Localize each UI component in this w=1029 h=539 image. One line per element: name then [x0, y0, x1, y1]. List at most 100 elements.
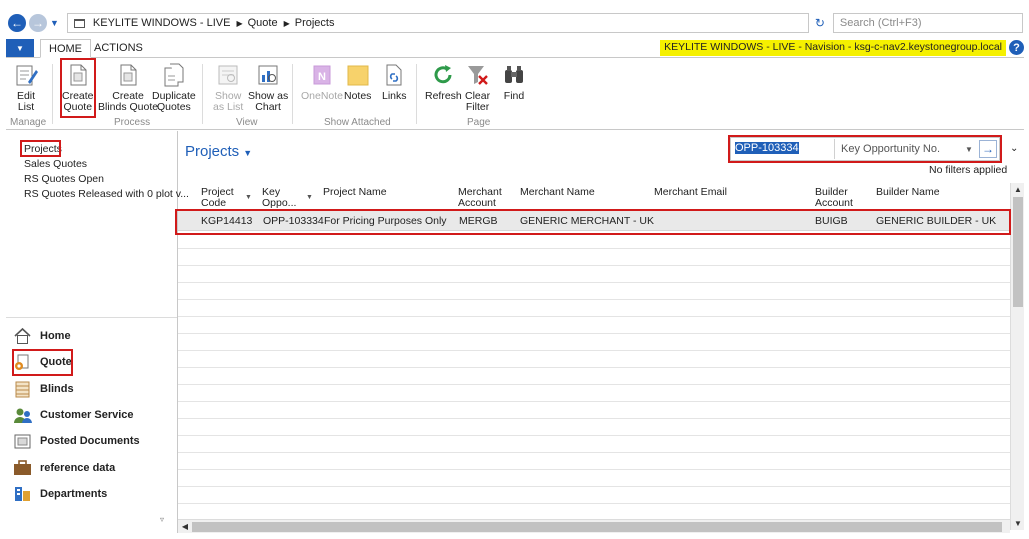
customer-service-icon	[14, 408, 32, 423]
help-icon[interactable]: ?	[1009, 40, 1024, 55]
column-header-text: Account	[815, 197, 853, 209]
column-header-text: Merchant Email	[654, 187, 727, 198]
window-icon	[73, 18, 85, 28]
find-button[interactable]: Find	[502, 62, 526, 102]
breadcrumb-item-projects[interactable]: Projects	[295, 17, 335, 29]
empty-table-row	[178, 317, 1010, 334]
filter-status: No filters applied	[929, 164, 1008, 176]
ribbon: Edit List Create Quote Create Blinds Quo…	[6, 58, 1024, 130]
page-title[interactable]: Projects ▼	[185, 143, 252, 160]
nav-item-rs-quotes-released[interactable]: RS Quotes Released with 0 plot v...	[24, 187, 189, 202]
vertical-scroll-thumb[interactable]	[1013, 197, 1023, 307]
application-menu-button[interactable]: ▼	[6, 39, 34, 57]
show-as-chart-icon	[258, 65, 278, 85]
group-label-view: View	[236, 117, 258, 128]
create-blinds-quote-button[interactable]: Create Blinds Quote	[98, 62, 158, 113]
edit-list-label-2: List	[17, 101, 35, 113]
expand-filter-icon[interactable]: ⌄	[1010, 143, 1018, 154]
group-label-show-attached: Show Attached	[324, 117, 391, 128]
empty-table-row	[178, 283, 1010, 300]
column-header-merchant-account[interactable]: Merchant Account	[458, 187, 508, 209]
onenote-icon: N	[313, 65, 331, 85]
group-separator	[292, 64, 293, 124]
column-header-text: Project Name	[323, 187, 387, 198]
clear-filter-button[interactable]: Clear Filter	[465, 62, 490, 113]
edit-list-button[interactable]: Edit List	[14, 62, 38, 113]
show-as-list-label-2: as List	[213, 101, 244, 113]
empty-table-row	[178, 351, 1010, 368]
page-title-dropdown-icon[interactable]: ▼	[243, 148, 252, 158]
departments-icon	[15, 487, 30, 501]
empty-table-row	[178, 249, 1010, 266]
column-header-merchant-email[interactable]: Merchant Email	[654, 187, 774, 209]
nav-divider	[6, 317, 177, 318]
area-customer-service-label: Customer Service	[40, 409, 134, 421]
refresh-button[interactable]: Refresh	[425, 62, 462, 102]
tab-home[interactable]: HOME	[40, 39, 91, 58]
empty-table-row	[178, 453, 1010, 470]
svg-text:N: N	[318, 71, 326, 83]
tab-actions[interactable]: ACTIONS	[86, 39, 151, 58]
show-as-chart-button[interactable]: Show as Chart	[248, 62, 288, 113]
nav-item-sales-quotes[interactable]: Sales Quotes	[24, 157, 189, 172]
refresh-page-icon[interactable]: ↻	[813, 16, 827, 30]
links-button[interactable]: Links	[382, 62, 407, 102]
column-header-project-name[interactable]: Project Name	[323, 187, 443, 209]
column-header-builder-name[interactable]: Builder Name	[876, 187, 996, 209]
empty-table-row	[178, 470, 1010, 487]
ribbon-tabs: ▼ HOME ACTIONS KEYLITE WINDOWS - LIVE - …	[6, 38, 1024, 58]
clear-filter-icon	[467, 66, 488, 85]
area-reference-data[interactable]: reference data	[13, 458, 115, 478]
history-dropdown-icon[interactable]: ▼	[50, 18, 59, 28]
column-header-text: Oppo...	[262, 197, 297, 209]
column-header-text: Builder Name	[876, 187, 940, 198]
highlight-box	[20, 140, 61, 157]
scroll-down-icon[interactable]: ▼	[1011, 517, 1025, 530]
search-input[interactable]: Search (Ctrl+F3)	[832, 13, 1023, 33]
empty-table-row	[178, 300, 1010, 317]
back-button[interactable]: ←	[8, 14, 26, 32]
environment-badge: KEYLITE WINDOWS - LIVE - Navision - ksg-…	[660, 40, 1006, 56]
highlight-box	[60, 58, 96, 118]
area-departments[interactable]: Departments	[13, 484, 107, 504]
breadcrumb-separator-icon[interactable]: ▶	[284, 19, 290, 28]
binoculars-icon	[505, 66, 523, 83]
nav-item-rs-quotes-open[interactable]: RS Quotes Open	[24, 172, 189, 187]
breadcrumb-item-quote[interactable]: Quote	[248, 17, 278, 29]
area-customer-service[interactable]: Customer Service	[13, 405, 134, 425]
address-bar: ← → ▼ KEYLITE WINDOWS - LIVE ▶ Quote ▶ P…	[6, 10, 1024, 36]
horizontal-scrollbar[interactable]: ◀	[178, 519, 1010, 533]
duplicate-quotes-button[interactable]: Duplicate Quotes	[152, 62, 196, 113]
column-header-builder-account[interactable]: Builder Account	[815, 187, 865, 209]
scroll-left-icon[interactable]: ◀	[178, 520, 192, 533]
create-blinds-quote-icon	[120, 64, 137, 86]
configure-buttons-icon[interactable]: ▿	[160, 515, 164, 524]
table-header: Project Code ▼ Key Oppo... ▼ Project Name …	[178, 183, 1010, 209]
horizontal-scroll-thumb[interactable]	[192, 522, 1002, 532]
sort-icon[interactable]: ▼	[306, 194, 313, 201]
notes-button[interactable]: Notes	[344, 62, 371, 102]
sort-icon[interactable]: ▼	[245, 194, 252, 201]
duplicate-quotes-label-2: Quotes	[156, 101, 191, 113]
refresh-label: Refresh	[425, 90, 462, 102]
scroll-up-icon[interactable]: ▲	[1011, 183, 1025, 196]
area-home[interactable]: Home	[13, 326, 71, 346]
empty-table-row	[178, 334, 1010, 351]
empty-table-row	[178, 402, 1010, 419]
forward-button[interactable]: →	[29, 14, 47, 32]
breadcrumb-item-company[interactable]: KEYLITE WINDOWS - LIVE	[93, 17, 231, 29]
area-blinds[interactable]: Blinds	[13, 379, 74, 399]
breadcrumb-separator-icon[interactable]: ▶	[236, 19, 242, 28]
column-header-text: Merchant Name	[520, 187, 595, 198]
group-label-page: Page	[467, 117, 491, 128]
links-label: Links	[382, 90, 407, 102]
column-header-key-opportunity[interactable]: Key Oppo...	[262, 187, 304, 209]
vertical-scrollbar[interactable]: ▲ ▼	[1010, 183, 1024, 530]
area-posted-documents[interactable]: Posted Documents	[13, 431, 140, 451]
empty-table-row	[178, 436, 1010, 453]
notes-label: Notes	[344, 90, 372, 102]
show-as-list-button[interactable]: Show as List	[213, 62, 243, 113]
onenote-button[interactable]: N OneNote	[301, 62, 343, 102]
column-header-project-code[interactable]: Project Code	[201, 187, 241, 209]
column-header-merchant-name[interactable]: Merchant Name	[520, 187, 640, 209]
